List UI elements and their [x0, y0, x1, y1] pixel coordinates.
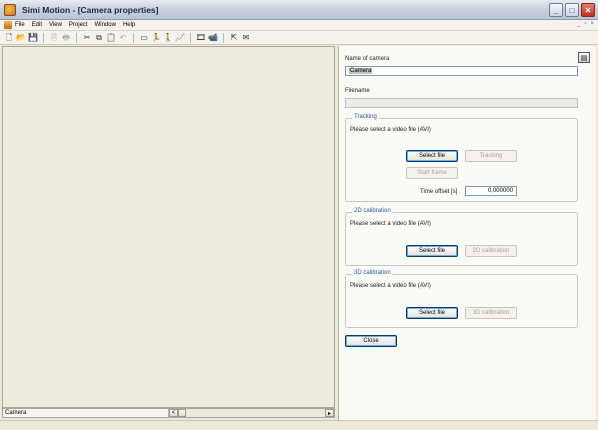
calibration-3d-button[interactable]: 3D calibration: [465, 307, 517, 319]
toolbar-separator: [190, 32, 191, 43]
camera-name-value: Camera: [349, 68, 373, 74]
calibration-3d-hint: Please select a video file (AVI): [350, 283, 431, 289]
title-bar: Simi Motion - [Camera properties] _ □ ✕: [0, 0, 598, 20]
horizontal-scrollbar[interactable]: < ▸: [168, 409, 334, 417]
toolbar-separator: [133, 32, 134, 43]
undo-icon[interactable]: ↶: [118, 33, 128, 43]
menu-edit[interactable]: Edit: [32, 22, 42, 28]
tracking-hint: Please select a video file (AVI): [350, 127, 431, 133]
calibration-2d-group: 2D calibration Please select a video fil…: [345, 208, 578, 266]
tracking-title: Tracking: [352, 114, 379, 120]
help-pointer-icon[interactable]: ⇱: [229, 33, 239, 43]
status-bar: [0, 420, 598, 430]
person-run-icon[interactable]: 🏃: [151, 33, 161, 43]
calibration-3d-group: 3D calibration Please select a video fil…: [345, 270, 578, 328]
open-folder-icon[interactable]: 📂: [16, 33, 26, 43]
scroll-thumb[interactable]: [178, 409, 186, 417]
toolbar: 🗋 📂 💾 🖹 🖶 ✂ ⧉ 📋 ↶ ▭ 🏃 🚶 📈 🎞 📹 ⇱ ✉: [0, 31, 598, 45]
camera-name-input[interactable]: Camera: [345, 66, 578, 76]
calibration-2d-hint: Please select a video file (AVI): [350, 221, 431, 227]
scroll-track[interactable]: [186, 409, 325, 417]
tracking-select-file-button[interactable]: Select file: [406, 150, 458, 162]
close-panel-button[interactable]: Close: [345, 335, 397, 347]
menu-window[interactable]: Window: [95, 22, 116, 28]
workspace-view[interactable]: [2, 46, 335, 408]
camera-icon[interactable]: 📹: [208, 33, 218, 43]
mdi-restore-button[interactable]: ▫: [584, 21, 586, 27]
close-button[interactable]: ✕: [581, 3, 595, 17]
menu-view[interactable]: View: [49, 22, 62, 28]
start-frame-button[interactable]: Start frame: [406, 167, 458, 179]
window-icon[interactable]: ▭: [139, 33, 149, 43]
calibration-2d-title: 2D calibration: [352, 208, 393, 214]
print-icon[interactable]: 🖶: [61, 33, 71, 43]
properties-icon[interactable]: ▤: [578, 52, 590, 63]
print-preview-icon[interactable]: 🖹: [49, 33, 59, 43]
calibration-2d-select-file-button[interactable]: Select file: [406, 245, 458, 257]
video-icon[interactable]: 🎞: [196, 33, 206, 43]
maximize-button[interactable]: □: [565, 3, 579, 17]
filename-field: [345, 98, 578, 108]
tracking-button[interactable]: Tracking: [465, 150, 517, 162]
name-of-camera-label: Name of camera: [345, 56, 390, 62]
tracking-group: Tracking Please select a video file (AVI…: [345, 114, 578, 202]
minimize-button[interactable]: _: [549, 3, 563, 17]
mdi-minimize-button[interactable]: _: [577, 21, 580, 27]
paste-icon[interactable]: 📋: [106, 33, 116, 43]
menu-project[interactable]: Project: [69, 22, 88, 28]
scroll-right-icon[interactable]: ▸: [325, 409, 334, 417]
filename-label: Filename: [345, 88, 370, 94]
graph-icon[interactable]: 📈: [175, 33, 185, 43]
calibration-3d-title: 3D calibration: [352, 270, 393, 276]
window-title: Simi Motion - [Camera properties]: [22, 4, 159, 15]
menu-help[interactable]: Help: [123, 22, 135, 28]
new-file-icon[interactable]: 🗋: [4, 33, 14, 43]
envelope-icon[interactable]: ✉: [241, 33, 251, 43]
copy-icon[interactable]: ⧉: [94, 33, 104, 43]
toolbar-separator: [76, 32, 77, 43]
menu-file[interactable]: File: [15, 22, 25, 28]
mdi-controls: _ ▫ ×: [577, 21, 594, 27]
workspace-status-bar: Camera < ▸: [2, 408, 335, 418]
window-controls: _ □ ✕: [549, 3, 595, 17]
time-offset-label: Time offset [s]: [420, 189, 458, 195]
time-offset-input[interactable]: 0,000000: [465, 186, 517, 196]
mdi-close-button[interactable]: ×: [590, 21, 594, 27]
calibration-3d-select-file-button[interactable]: Select file: [406, 307, 458, 319]
camera-label: Camera: [5, 410, 27, 416]
camera-properties-panel: ▤ Name of camera Camera Filename Trackin…: [338, 46, 596, 420]
menu-bar: File Edit View Project Window Help _ ▫ ×: [0, 20, 598, 31]
cut-icon[interactable]: ✂: [82, 33, 92, 43]
save-icon[interactable]: 💾: [28, 33, 38, 43]
calibration-2d-button[interactable]: 2D calibration: [465, 245, 517, 257]
document-icon[interactable]: [4, 21, 12, 29]
toolbar-separator: [43, 32, 44, 43]
app-logo-icon: [4, 3, 16, 16]
scroll-left-icon[interactable]: <: [169, 409, 178, 417]
person-stand-icon[interactable]: 🚶: [163, 33, 173, 43]
toolbar-separator: [223, 32, 224, 43]
